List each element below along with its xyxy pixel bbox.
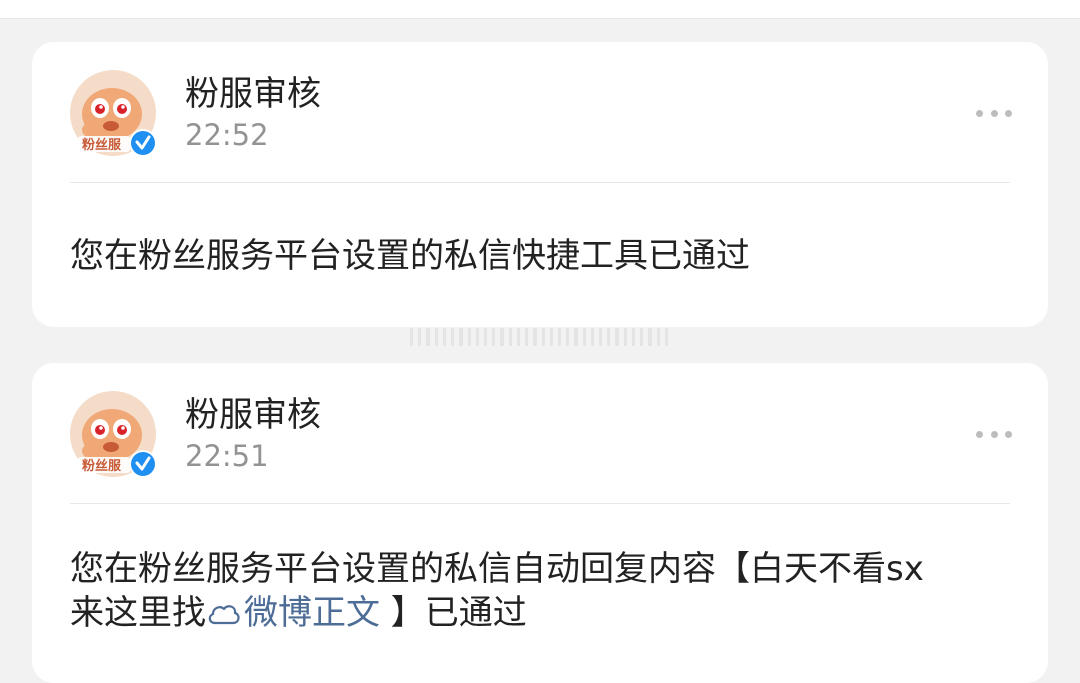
verified-badge-icon [129,450,157,478]
message-line: 您在粉丝服务平台设置的私信自动回复内容【白天不看sx [70,549,924,589]
top-bar [0,0,1080,19]
svg-text:粉丝服: 粉丝服 [82,458,122,474]
more-dots-icon[interactable] [976,98,1012,128]
message-body: 您在粉丝服务平台设置的私信快捷工具已通过 [70,234,1018,278]
more-dots-icon[interactable] [976,419,1012,449]
blurred-watermark [410,324,668,350]
divider [70,503,1010,504]
sender-name[interactable]: 粉服审核 [185,72,321,116]
sender-name[interactable]: 粉服审核 [185,393,321,437]
message-line-text: 来这里找 [70,593,206,633]
verified-badge-icon [129,129,157,157]
message-line-2: 来这里找 微博正文 】已通过 [70,591,1018,635]
avatar[interactable]: 粉丝服 [70,70,157,157]
message-card: 粉丝服 粉服审核 22:52 您在粉丝服务平台设置的私信快捷工具已通过 [32,42,1048,327]
divider [70,182,1010,183]
weibo-link[interactable]: 微博正文 [206,593,380,633]
message-time: 22:51 [185,439,269,473]
svg-text:粉丝服: 粉丝服 [82,137,122,153]
message-time: 22:52 [185,118,269,152]
weibo-link-text: 微博正文 [244,593,380,633]
weibo-link-icon [208,605,240,625]
avatar[interactable]: 粉丝服 [70,391,157,478]
message-tail: 】已通过 [380,593,527,633]
message-body: 您在粉丝服务平台设置的私信自动回复内容【白天不看sx 来这里找 微博正文 】已通过 [70,547,1018,635]
message-card: 粉丝服 粉服审核 22:51 您在粉丝服务平台设置的私信自动回复内容【白天不看s… [32,363,1048,683]
message-line: 您在粉丝服务平台设置的私信快捷工具已通过 [70,236,750,276]
